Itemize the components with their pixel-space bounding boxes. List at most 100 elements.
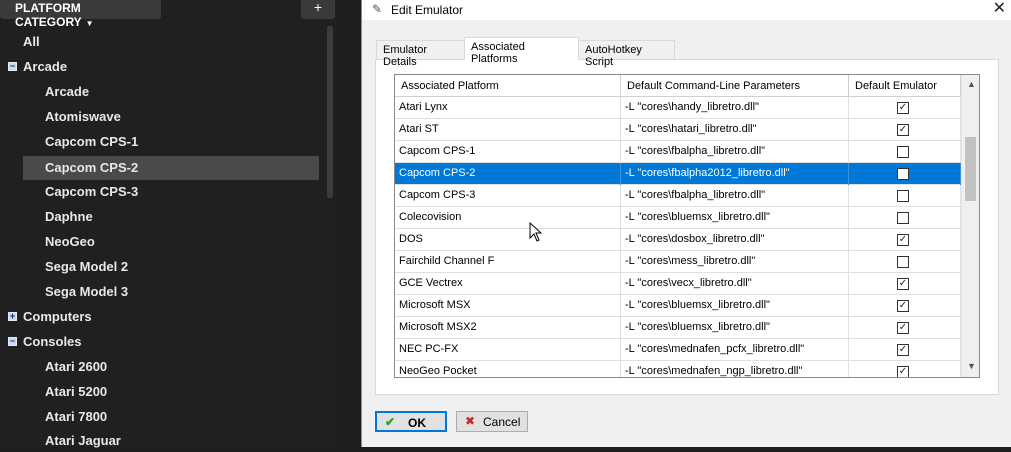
tree-item-capcom-cps1[interactable]: Capcom CPS-1 [0, 131, 320, 153]
default-emulator-checkbox[interactable]: ✓ [897, 344, 909, 356]
table-row[interactable]: GCE Vectrex -L "cores\vecx_libretro.dll" ✓ [395, 273, 961, 295]
params-cell[interactable]: -L "cores\vecx_libretro.dll" [621, 273, 849, 295]
tree-item-consoles-group[interactable]: − Consoles [0, 331, 320, 353]
tree-scrollbar[interactable] [327, 26, 333, 198]
tree-item-sega-model-3[interactable]: Sega Model 3 [0, 281, 320, 303]
scroll-thumb[interactable] [965, 137, 976, 201]
tree-item-atari-jaguar[interactable]: Atari Jaguar [0, 430, 320, 452]
params-cell[interactable]: -L "cores\bluemsx_libretro.dll" [621, 207, 849, 229]
collapse-icon[interactable]: − [8, 62, 17, 71]
tree-item-computers-group[interactable]: + Computers [0, 306, 320, 328]
table-row[interactable]: Microsoft MSX2 -L "cores\bluemsx_libretro… [395, 317, 961, 339]
params-cell[interactable]: -L "cores\mednafen_ngp_libretro.dll" [621, 361, 849, 377]
checkmark-icon: ✔ [385, 415, 396, 429]
tab-autohotkey-script[interactable]: AutoHotkey Script [578, 40, 675, 68]
platform-cell[interactable]: GCE Vectrex [395, 273, 621, 295]
default-emulator-cell [849, 141, 961, 163]
tab-emulator-details[interactable]: Emulator Details [376, 40, 465, 68]
default-emulator-cell: ✓ [849, 361, 961, 377]
tab-associated-platforms[interactable]: Associated Platforms [464, 37, 579, 65]
table-row[interactable]: NEC PC-FX -L "cores\mednafen_pcfx_libretr… [395, 339, 961, 361]
platform-cell[interactable]: Microsoft MSX2 [395, 317, 621, 339]
collapse-icon[interactable]: − [8, 337, 17, 346]
params-cell[interactable]: -L "cores\fbalpha_libretro.dll" [621, 141, 849, 163]
default-emulator-checkbox[interactable] [897, 212, 909, 224]
tree-item-atari-7800[interactable]: Atari 7800 [0, 406, 320, 428]
platform-cell[interactable]: Atari ST [395, 119, 621, 141]
platform-category-sidebar: PLATFORM CATEGORY ▼ + All − Arcade Arcade… [0, 0, 336, 448]
tree-item-all[interactable]: All [0, 31, 320, 53]
tree-item-label: Sega Model 2 [45, 259, 129, 274]
ok-button[interactable]: ✔ OK [375, 411, 447, 432]
platform-cell[interactable]: NeoGeo Pocket [395, 361, 621, 377]
default-emulator-checkbox[interactable]: ✓ [897, 234, 909, 246]
default-emulator-checkbox[interactable]: ✓ [897, 102, 909, 114]
default-emulator-checkbox[interactable]: ✓ [897, 366, 909, 377]
default-emulator-checkbox[interactable] [897, 146, 909, 158]
default-emulator-checkbox[interactable]: ✓ [897, 322, 909, 334]
column-header-default[interactable]: Default Emulator [849, 75, 961, 97]
table-row[interactable]: Atari Lynx -L "cores\handy_libretro.dll" ✓ [395, 97, 961, 119]
table-row[interactable]: Colecovision -L "cores\bluemsx_libretro.d… [395, 207, 961, 229]
tree-item-label: Atomiswave [45, 109, 121, 124]
default-emulator-checkbox[interactable] [897, 256, 909, 268]
platform-cell[interactable]: DOS [395, 229, 621, 251]
default-emulator-checkbox[interactable] [897, 168, 909, 180]
platform-cell[interactable]: Capcom CPS-3 [395, 185, 621, 207]
params-cell[interactable]: -L "cores\handy_libretro.dll" [621, 97, 849, 119]
table-row[interactable]: NeoGeo Pocket -L "cores\mednafen_ngp_libr… [395, 361, 961, 377]
tree-item-neogeo[interactable]: NeoGeo [0, 231, 320, 253]
platform-category-dropdown[interactable]: PLATFORM CATEGORY ▼ [0, 0, 161, 29]
ok-label: OK [408, 416, 426, 430]
associated-platforms-grid: Associated Platform Default Command-Line… [394, 74, 980, 378]
params-cell[interactable]: -L "cores\dosbox_libretro.dll" [621, 229, 849, 251]
platform-cell[interactable]: NEC PC-FX [395, 339, 621, 361]
default-emulator-checkbox[interactable] [897, 190, 909, 202]
params-cell[interactable]: -L "cores\mess_libretro.dll" [621, 251, 849, 273]
table-row[interactable]: Microsoft MSX -L "cores\bluemsx_libretro.… [395, 295, 961, 317]
tree-item-arcade-group[interactable]: − Arcade [0, 56, 320, 78]
scroll-up-icon[interactable]: ▲ [967, 79, 976, 89]
tree-item-sega-model-2[interactable]: Sega Model 2 [0, 256, 320, 278]
platform-cell[interactable]: Fairchild Channel F [395, 251, 621, 273]
add-category-button[interactable]: + [301, 0, 335, 19]
platform-cell[interactable]: Colecovision [395, 207, 621, 229]
expand-icon[interactable]: + [8, 312, 17, 321]
table-row[interactable]: Atari ST -L "cores\hatari_libretro.dll" ✓ [395, 119, 961, 141]
table-row[interactable]: Fairchild Channel F -L "cores\mess_libret… [395, 251, 961, 273]
table-row[interactable]: Capcom CPS-3 -L "cores\fbalpha_libretro.d… [395, 185, 961, 207]
params-cell[interactable]: -L "cores\bluemsx_libretro.dll" [621, 317, 849, 339]
params-cell[interactable]: -L "cores\fbalpha2012_libretro.dll" [621, 163, 849, 185]
default-emulator-checkbox[interactable]: ✓ [897, 278, 909, 290]
table-row[interactable]: Capcom CPS-1 -L "cores\fbalpha_libretro.d… [395, 141, 961, 163]
grid-vertical-scrollbar[interactable]: ▲ ▼ [961, 75, 979, 377]
default-emulator-cell: ✓ [849, 295, 961, 317]
dialog-titlebar[interactable]: ✎ Edit Emulator ✕ [362, 0, 1011, 20]
platform-cell[interactable]: Capcom CPS-1 [395, 141, 621, 163]
default-emulator-checkbox[interactable]: ✓ [897, 300, 909, 312]
params-cell[interactable]: -L "cores\hatari_libretro.dll" [621, 119, 849, 141]
default-emulator-cell: ✓ [849, 317, 961, 339]
cancel-button[interactable]: ✖ Cancel [456, 411, 528, 432]
platform-cell[interactable]: Capcom CPS-2 [395, 163, 621, 185]
platform-cell[interactable]: Atari Lynx [395, 97, 621, 119]
scroll-down-icon[interactable]: ▼ [967, 361, 976, 371]
column-header-platform[interactable]: Associated Platform [395, 75, 621, 97]
tree-item-atomiswave[interactable]: Atomiswave [0, 106, 320, 128]
close-button[interactable]: ✕ [993, 0, 1006, 18]
table-row[interactable]: DOS -L "cores\dosbox_libretro.dll" ✓ [395, 229, 961, 251]
platform-cell[interactable]: Microsoft MSX [395, 295, 621, 317]
table-row[interactable]: Capcom CPS-2 -L "cores\fbalpha2012_libret… [395, 163, 961, 185]
column-header-params[interactable]: Default Command-Line Parameters [621, 75, 849, 97]
params-cell[interactable]: -L "cores\fbalpha_libretro.dll" [621, 185, 849, 207]
default-emulator-checkbox[interactable]: ✓ [897, 124, 909, 136]
tree-item-atari-2600[interactable]: Atari 2600 [0, 356, 320, 378]
splitter[interactable] [336, 0, 361, 447]
params-cell[interactable]: -L "cores\mednafen_pcfx_libretro.dll" [621, 339, 849, 361]
tree-item-atari-5200[interactable]: Atari 5200 [0, 381, 320, 403]
tree-item-capcom-cps3[interactable]: Capcom CPS-3 [0, 181, 320, 203]
params-cell[interactable]: -L "cores\bluemsx_libretro.dll" [621, 295, 849, 317]
tree-item-daphne[interactable]: Daphne [0, 206, 320, 228]
tree-item-capcom-cps2[interactable]: Capcom CPS-2 [23, 156, 319, 180]
tree-item-arcade[interactable]: Arcade [0, 81, 320, 103]
